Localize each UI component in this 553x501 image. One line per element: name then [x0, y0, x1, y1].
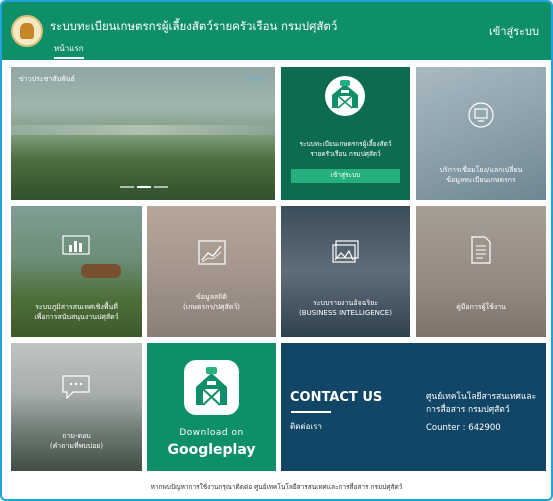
faq-tile[interactable]: ถาม-ตอบ (คำถามที่พบบ่อย) — [11, 343, 142, 471]
business-intelligence-tile[interactable]: ระบบรายงานอัจฉริยะ (BUSINESS INTELLIGENC… — [281, 206, 410, 337]
data-exchange-tile[interactable]: บริการเชื่อมโยง/แลกเปลี่ยน ข้อมูลทะเบียน… — [416, 67, 546, 200]
user-manual-label: คู่มือการผู้ใช้งาน — [416, 302, 546, 312]
gis-tile[interactable]: ระบบภูมิสารสนเทศเชิงพื้นที่ เพื่อการสนับ… — [11, 206, 142, 337]
ict-center-line1: ศูนย์เทคโนโลยีสารสนเทศและ — [426, 392, 537, 402]
document-icon — [471, 236, 491, 264]
cattle-photo — [81, 264, 121, 278]
gis-label-line2: เพื่อการสนับสนุนงานปศุสัตว์ — [34, 313, 119, 321]
faq-label-line2: (คำถามที่พบบ่อย) — [49, 442, 104, 450]
register-label: ระบบทะเบียนเกษตรกรผู้เลี้ยงสัตว์ รายครัว… — [281, 139, 410, 159]
news-more-link[interactable]: เพิ่มเติม — [245, 74, 265, 84]
slide-image-horizon — [11, 125, 275, 135]
statistics-tile[interactable]: ข้อมูลสถิติ (เกษตรกร/ปศุสัตว์) — [147, 206, 276, 337]
register-label-line1: ระบบทะเบียนเกษตรกรผู้เลี้ยงสัตว์ — [299, 140, 392, 148]
barn-icon — [196, 367, 227, 406]
contact-divider — [291, 411, 331, 413]
app-icon[interactable] — [184, 360, 239, 415]
bi-label: ระบบรายงานอัจฉริยะ (BUSINESS INTELLIGENC… — [281, 298, 410, 318]
footer: หากพบปัญหาการใช้งานกรุณาติดต่อ ศูนย์เทคโ… — [2, 474, 551, 499]
slide-dot[interactable] — [120, 186, 134, 188]
bi-label-line1: ระบบรายงานอัจฉริยะ — [312, 299, 379, 307]
bi-label-line2: (BUSINESS INTELLIGENCE) — [299, 309, 392, 317]
contact-tile: CONTACT US ติดต่อเรา ศูนย์เทคโนโลยีสารสน… — [281, 343, 546, 471]
slide-dot[interactable] — [154, 186, 168, 188]
google-play-link[interactable]: Googleplay — [147, 442, 276, 458]
slide-indicators — [120, 186, 180, 189]
user-manual-tile[interactable]: คู่มือการผู้ใช้งาน — [416, 206, 546, 337]
ict-center-name: ศูนย์เทคโนโลยีสารสนเทศและ การสื่อสาร กรม… — [426, 391, 546, 417]
data-exchange-label: บริการเชื่อมโยง/แลกเปลี่ยน ข้อมูลทะเบียน… — [416, 165, 546, 185]
chat-bubble-icon — [62, 375, 90, 399]
statistics-label-line2: (เกษตรกร/ปศุสัตว์) — [182, 303, 240, 311]
register-label-line2: รายครัวเรือน กรมปศุสัตว์ — [310, 150, 381, 158]
page-frame: ระบบทะเบียนเกษตรกรผู้เลี้ยงสัตว์รายครัวเ… — [0, 0, 553, 501]
user-manual-label-line1: คู่มือการผู้ใช้งาน — [456, 303, 506, 311]
nav-home-link[interactable]: หน้าแรก — [54, 42, 84, 59]
site-title: ระบบทะเบียนเกษตรกรผู้เลี้ยงสัตว์รายครัวเ… — [50, 19, 338, 33]
image-icon — [332, 240, 359, 263]
news-title: ข่าวประชาสัมพันธ์ — [19, 75, 75, 83]
data-exchange-label-line1: บริการเชื่อมโยง/แลกเปลี่ยน — [439, 166, 523, 174]
line-chart-icon — [198, 240, 226, 265]
barn-icon — [325, 76, 365, 116]
statistics-label-line1: ข้อมูลสถิติ — [196, 293, 227, 301]
faq-label-line1: ถาม-ตอบ — [62, 432, 91, 440]
news-slideshow[interactable]: ข่าวประชาสัมพันธ์ เพิ่มเติม — [11, 67, 275, 200]
visitor-counter: Counter : 642900 — [426, 423, 501, 433]
footer-text: หากพบปัญหาการใช้งานกรุณาติดต่อ ศูนย์เทคโ… — [150, 483, 403, 491]
download-on-label: Download on — [179, 428, 244, 438]
app-download-tile[interactable]: Download on Googleplay — [147, 343, 276, 471]
register-tile: ระบบทะเบียนเกษตรกรผู้เลี้ยงสัตว์ รายครัว… — [281, 67, 410, 200]
bar-chart-icon — [62, 235, 90, 255]
contact-subtitle[interactable]: ติดต่อเรา — [290, 420, 322, 433]
faq-label: ถาม-ตอบ (คำถามที่พบบ่อย) — [11, 431, 142, 451]
data-exchange-label-line2: ข้อมูลทะเบียนเกษตรกร — [446, 176, 516, 184]
ict-center-line2: การสื่อสาร กรมปศุสัตว์ — [426, 405, 510, 415]
contact-title: CONTACT US — [290, 390, 383, 405]
statistics-label: ข้อมูลสถิติ (เกษตรกร/ปศุสัตว์) — [147, 292, 276, 312]
slide-dot-active[interactable] — [137, 186, 151, 188]
crest-logo-icon[interactable] — [11, 15, 43, 47]
gis-label: ระบบภูมิสารสนเทศเชิงพื้นที่ เพื่อการสนับ… — [11, 302, 142, 322]
login-link[interactable]: เข้าสู่ระบบ — [489, 22, 539, 40]
register-enter-button[interactable]: เข้าสู่ระบบ — [291, 169, 400, 183]
top-header: ระบบทะเบียนเกษตรกรผู้เลี้ยงสัตว์รายครัวเ… — [2, 2, 551, 60]
gis-label-line1: ระบบภูมิสารสนเทศเชิงพื้นที่ — [35, 303, 118, 311]
monitor-icon — [468, 102, 494, 128]
